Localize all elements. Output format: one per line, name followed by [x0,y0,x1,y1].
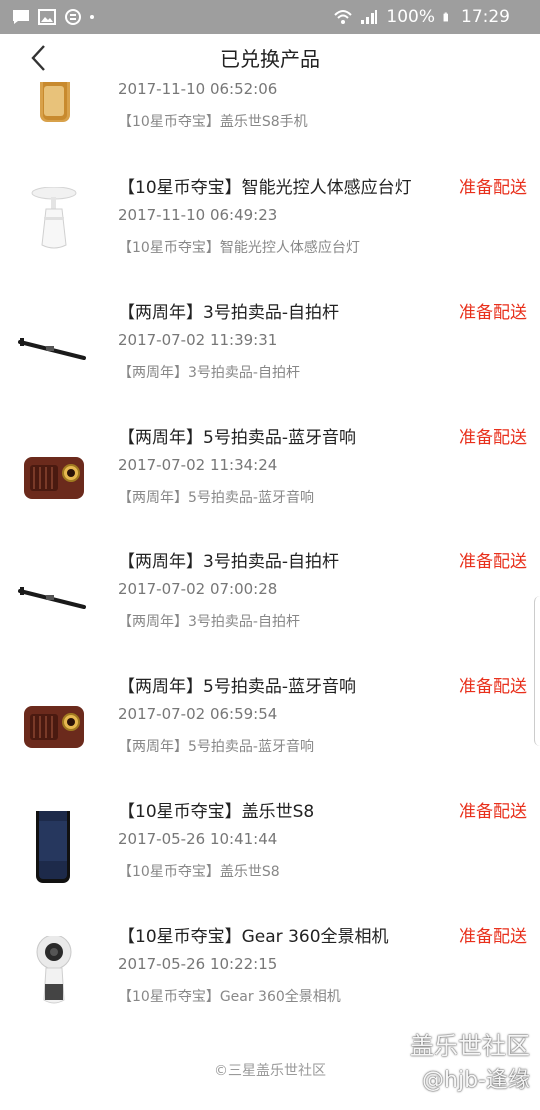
delivery-status: 准备配送 [459,802,527,822]
exchange-date: 2017-11-10 06:49:23 [118,206,278,224]
delivery-status: 准备配送 [459,303,527,323]
battery-percent: 100% [386,7,435,27]
speaker-image [16,686,92,762]
exchange-date: 2017-05-26 10:22:15 [118,955,278,973]
edge-panel-handle[interactable] [534,596,540,746]
product-name: 【10星币夺宝】盖乐世S8 [118,802,315,822]
exchange-date: 2017-05-26 10:41:44 [118,830,278,848]
battery-icon [443,12,448,22]
list-item[interactable]: 【两周年】5号拍卖品-蓝牙音响 准备配送 2017-07-02 11:34:24… [0,419,540,543]
exchange-subtitle: 【两周年】3号拍卖品-自拍杆 [118,365,300,381]
sync-icon [65,9,81,25]
speaker-image [16,437,92,513]
list-item[interactable]: 【两周年】5号拍卖品-蓝牙音响 准备配送 2017-07-02 06:59:54… [0,668,540,792]
gallery-icon [38,9,56,25]
watermark-forum-name: 盖乐世社区 [410,1032,530,1060]
app-header: 已兑换产品 [0,34,540,82]
notification-dot-icon [90,15,94,19]
lamp-image [16,186,92,263]
watermark-user-handle: @hjb-逢缘 [422,1068,530,1093]
phone-gold-image [16,62,92,152]
status-bar: 100% 17:29 [0,0,540,34]
exchange-date: 2017-07-02 06:59:54 [118,705,278,723]
delivery-status: 准备配送 [459,927,527,947]
exchange-date: 2017-07-02 11:34:24 [118,456,278,474]
delivery-status: 准备配送 [459,428,527,448]
exchange-subtitle: 【10星币夺宝】盖乐世S8 [118,864,280,880]
list-item[interactable]: 【10星币夺宝】智能光控人体感应台灯 准备配送 2017-11-10 06:49… [0,169,540,293]
list-item[interactable]: 【两周年】3号拍卖品-自拍杆 准备配送 2017-07-02 11:39:31 … [0,294,540,418]
product-name: 【10星币夺宝】Gear 360全景相机 [118,927,389,947]
message-icon [13,10,29,24]
exchange-date: 2017-07-02 07:00:28 [118,580,278,598]
product-name: 【两周年】5号拍卖品-蓝牙音响 [118,677,356,697]
product-name: 【10星币夺宝】智能光控人体感应台灯 [118,178,412,198]
exchange-date: 2017-11-10 06:52:06 [118,80,278,98]
product-name: 【两周年】5号拍卖品-蓝牙音响 [118,428,356,448]
clock: 17:29 [461,7,510,27]
list-item[interactable]: 【10星币夺宝】盖乐世S8 准备配送 2017-05-26 10:41:44 【… [0,793,540,917]
exchange-date: 2017-07-02 11:39:31 [118,331,278,349]
gear360-image [16,934,92,1012]
exchange-subtitle: 【10星币夺宝】盖乐世S8手机 [118,114,308,130]
product-name: 【两周年】3号拍卖品-自拍杆 [118,552,339,572]
selfie-stick-image [16,312,92,388]
delivery-status: 准备配送 [459,178,527,198]
wifi-icon [334,10,353,24]
exchange-subtitle: 【10星币夺宝】智能光控人体感应台灯 [118,240,360,256]
exchanged-products-list: 2017-11-10 06:52:06 【10星币夺宝】盖乐世S8手机 【10星… [0,0,540,1110]
exchange-subtitle: 【两周年】3号拍卖品-自拍杆 [118,614,300,630]
selfie-stick-image [16,561,92,637]
delivery-status: 准备配送 [459,552,527,572]
phone-black-image [16,803,92,887]
exchange-subtitle: 【10星币夺宝】Gear 360全景相机 [118,989,341,1005]
list-item[interactable]: 【两周年】3号拍卖品-自拍杆 准备配送 2017-07-02 07:00:28 … [0,543,540,667]
product-name: 【两周年】3号拍卖品-自拍杆 [118,303,339,323]
list-item[interactable]: 【10星币夺宝】Gear 360全景相机 准备配送 2017-05-26 10:… [0,918,540,1042]
exchange-subtitle: 【两周年】5号拍卖品-蓝牙音响 [118,490,314,506]
exchange-subtitle: 【两周年】5号拍卖品-蓝牙音响 [118,739,314,755]
signal-icon [361,10,378,24]
page-title: 已兑换产品 [220,47,320,71]
delivery-status: 准备配送 [459,677,527,697]
